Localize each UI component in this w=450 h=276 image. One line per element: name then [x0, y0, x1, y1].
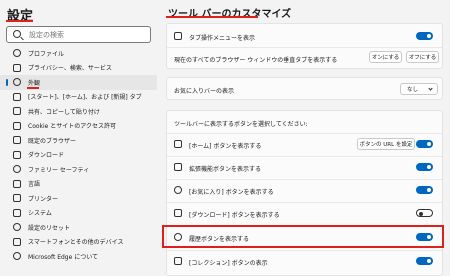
sidebar: 設定 プロファイル プライバシー、検索、サービス 外観 [スタート]、[ホーム]… [0, 0, 157, 276]
sidebar-item-start-home-newtab[interactable]: [スタート]、[ホーム]、および [新規] タブ [0, 90, 157, 105]
page-title-annotation-underline [166, 16, 258, 18]
extensions-toggle[interactable] [416, 163, 433, 171]
toolbar-card-1: タブ操作メニューを表示 現在のすべてのブラウザー ウィンドウの垂直タブを表示する… [166, 23, 443, 69]
title-annotation-underline [6, 20, 33, 22]
sidebar-item-about[interactable]: Microsoft Edge について [0, 249, 157, 264]
tab-actions-icon [174, 32, 182, 40]
phone-icon [13, 237, 21, 246]
sidebar-item-appearance[interactable]: 外観 [0, 75, 157, 90]
sidebar-nav: プロファイル プライバシー、検索、サービス 外観 [スタート]、[ホーム]、およ… [0, 46, 157, 264]
cookie-icon [13, 121, 21, 130]
home-button-toggle[interactable] [416, 140, 433, 148]
tab-actions-toggle[interactable] [416, 32, 433, 40]
vertical-tabs-label: 現在のすべてのブラウザー ウィンドウの垂直タブを表示する [174, 57, 338, 64]
vertical-tabs-off-button[interactable]: オフにする [406, 51, 439, 63]
sidebar-item-default-browser[interactable]: 既定のブラウザー [0, 133, 157, 148]
sidebar-item-share[interactable]: 共有、コピーして貼り付け [0, 104, 157, 119]
downloads-button-row: [ダウンロード] ボタンを表示する [167, 203, 442, 223]
lock-icon [13, 63, 21, 72]
select-buttons-label: ツールバーに表示するボタンを選択してください: [174, 121, 308, 128]
favorites-button-label: [お気に入り] ボタンを表示する [189, 189, 274, 196]
collections-button-toggle[interactable] [416, 257, 433, 265]
home-button-row: [ホーム] ボタンを表示する ボタンの URL を設定 [167, 134, 442, 154]
reset-icon [13, 223, 21, 231]
toolbar-buttons-card: ツールバーに表示するボタンを選択してください: [ホーム] ボタンを表示する ボ… [166, 110, 443, 276]
favorites-bar-select[interactable]: なし [400, 83, 438, 95]
sidebar-item-cookies[interactable]: Cookie とサイトのアクセス許可 [0, 119, 157, 134]
printer-icon [13, 194, 21, 202]
profile-icon [13, 49, 21, 57]
language-icon [13, 179, 21, 188]
favorites-bar-row: お気に入りバーの表示 なし [167, 79, 442, 99]
history-highlight-box [162, 225, 444, 248]
sidebar-item-privacy[interactable]: プライバシー、検索、サービス [0, 61, 157, 76]
favorites-star-icon [174, 186, 182, 194]
collections-button-label: [コレクション] ボタンの表示 [189, 260, 268, 267]
favorites-bar-value: なし [407, 87, 419, 93]
download-icon [13, 150, 21, 159]
favorites-bar-label: お気に入りバーの表示 [174, 88, 235, 95]
vertical-tabs-row: 現在のすべてのブラウザー ウィンドウの垂直タブを表示する オンにする オフにする [167, 48, 442, 68]
downloads-button-toggle[interactable] [416, 209, 433, 217]
favorites-bar-card: お気に入りバーの表示 なし [166, 77, 443, 100]
family-icon [13, 165, 21, 173]
extensions-label: 拡張機能ボタンを表示する [189, 166, 262, 173]
sidebar-item-family[interactable]: ファミリー セーフティ [0, 162, 157, 177]
browser-icon [13, 136, 21, 144]
collections-icon [174, 257, 182, 265]
sidebar-item-reset[interactable]: 設定のリセット [0, 220, 157, 235]
home-icon [174, 140, 182, 148]
home-button-label: [ホーム] ボタンを表示する [189, 143, 262, 150]
system-icon [13, 208, 21, 217]
home-icon [13, 92, 21, 101]
tab-actions-label: タブ操作メニューを表示 [189, 35, 256, 42]
sidebar-item-language[interactable]: 言語 [0, 177, 157, 192]
extensions-icon [174, 163, 182, 171]
appearance-icon [13, 78, 21, 86]
search-box[interactable] [6, 26, 151, 43]
set-home-url-button[interactable]: ボタンの URL を設定 [357, 138, 415, 150]
search-icon [13, 30, 21, 38]
extensions-row: 拡張機能ボタンを表示する [167, 157, 442, 177]
collections-button-row: [コレクション] ボタンの表示 [167, 251, 442, 271]
sidebar-item-profile[interactable]: プロファイル [0, 46, 157, 61]
favorites-button-row: [お気に入り] ボタンを表示する [167, 180, 442, 200]
sidebar-item-system[interactable]: システム [0, 206, 157, 221]
appearance-annotation-underline [27, 87, 39, 89]
sidebar-item-phone[interactable]: スマートフォンとその他のデバイス [0, 235, 157, 250]
tab-actions-row: タブ操作メニューを表示 [167, 26, 442, 46]
sidebar-item-printers[interactable]: プリンター [0, 191, 157, 206]
share-icon [13, 107, 21, 115]
favorites-button-toggle[interactable] [416, 186, 433, 194]
chevron-down-icon [428, 86, 433, 91]
edge-icon [13, 252, 21, 260]
select-buttons-row: ツールバーに表示するボタンを選択してください: [167, 112, 442, 132]
vertical-tabs-on-button[interactable]: オンにする [369, 51, 402, 63]
sidebar-item-downloads[interactable]: ダウンロード [0, 148, 157, 163]
download-icon [174, 209, 182, 217]
downloads-button-label: [ダウンロード] ボタンを表示する [189, 212, 280, 219]
search-input[interactable] [29, 29, 144, 40]
